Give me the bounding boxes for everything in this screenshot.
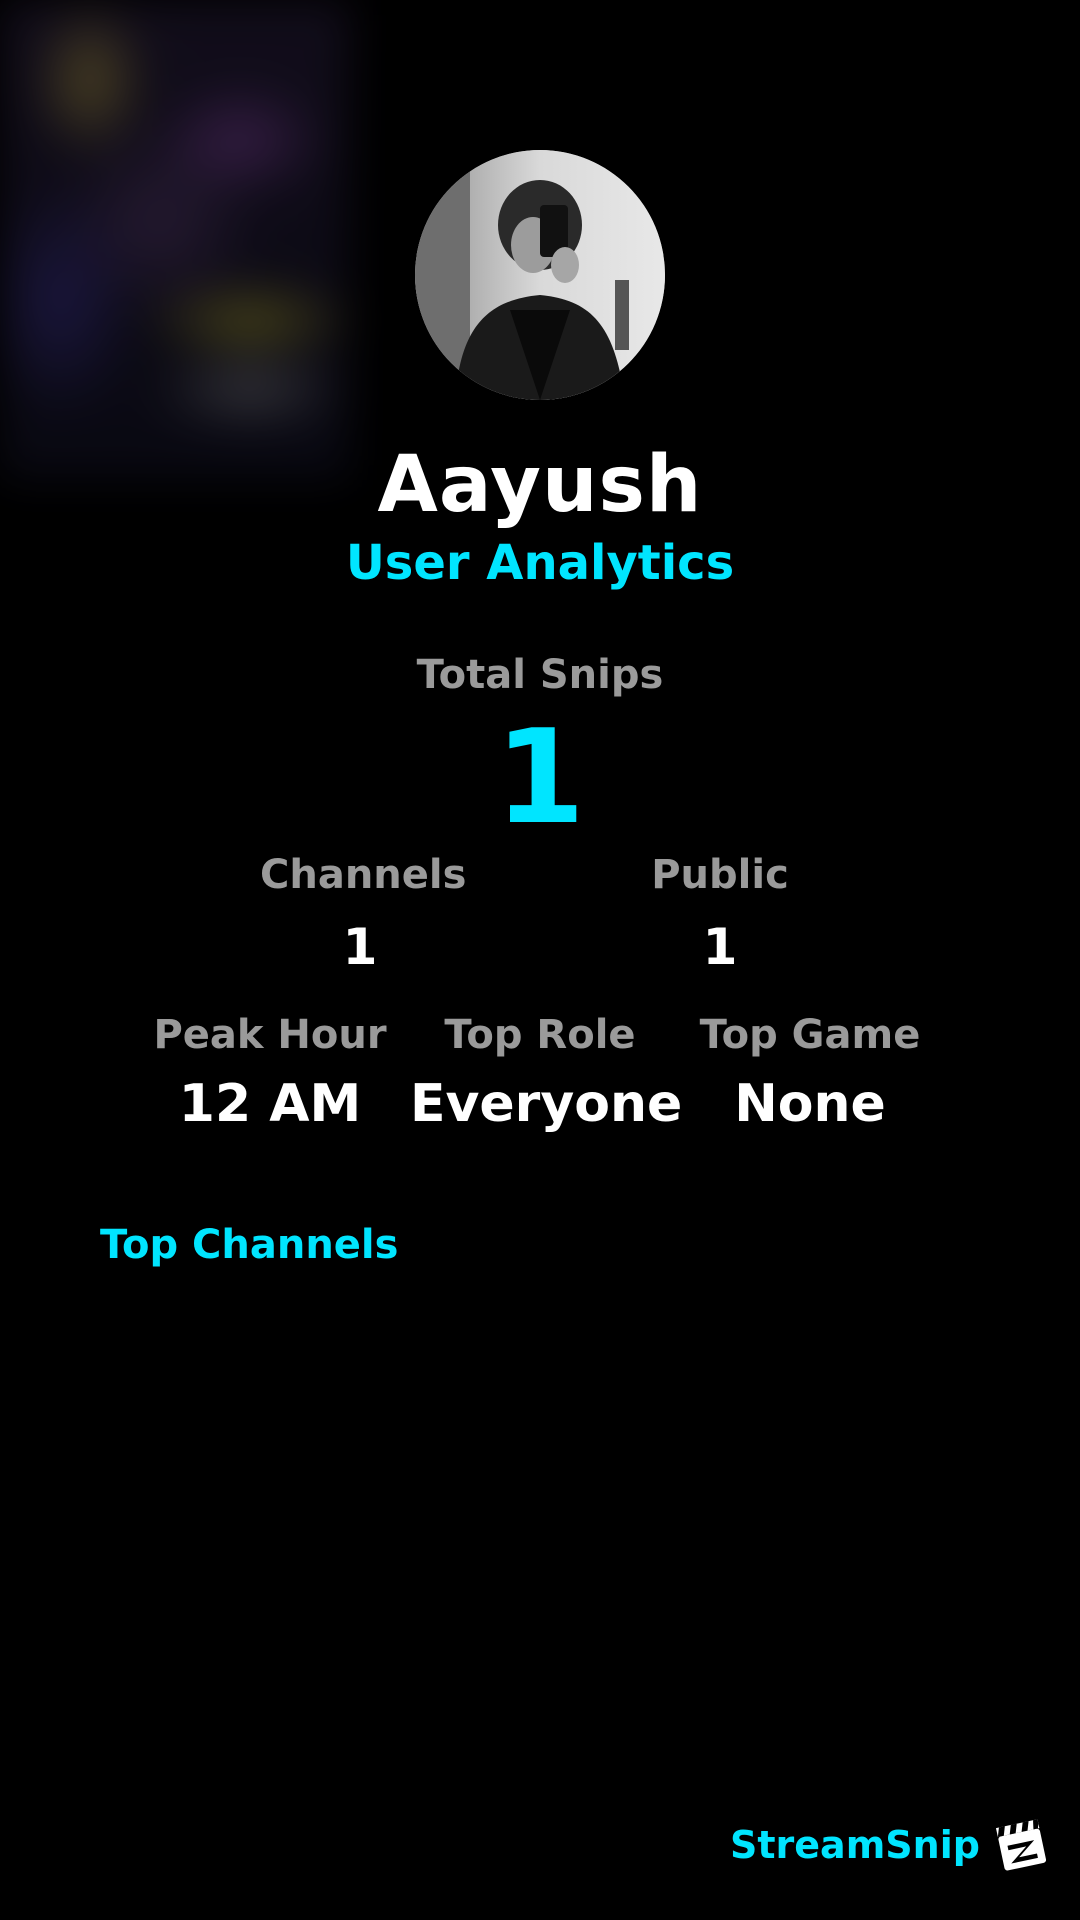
- peak-hour-value: 12 AM: [178, 1074, 362, 1134]
- brand-footer: StreamSnip: [730, 1815, 1050, 1875]
- total-snips-label: Total Snips: [416, 652, 664, 698]
- top-game-value: None: [734, 1074, 886, 1134]
- top-role-label: Top Role: [444, 1012, 636, 1058]
- blurred-background-thumbnail: [0, 0, 350, 480]
- top-role-stat: Top Role Everyone: [410, 1012, 683, 1134]
- public-value: 1: [702, 918, 738, 976]
- public-label: Public: [651, 852, 789, 898]
- channels-stat: Channels 1: [260, 852, 467, 976]
- peak-hour-label: Peak Hour: [153, 1012, 387, 1058]
- channels-label: Channels: [260, 852, 467, 898]
- avatar: [415, 150, 665, 400]
- top-role-value: Everyone: [410, 1074, 683, 1134]
- channels-value: 1: [342, 918, 378, 976]
- total-snips-value: 1: [494, 701, 586, 853]
- avatar-photo: [415, 150, 665, 400]
- clapperboard-logo-icon: [995, 1819, 1046, 1871]
- top-game-label: Top Game: [699, 1012, 921, 1058]
- brand-name: StreamSnip: [730, 1823, 980, 1867]
- top-channels-heading: Top Channels: [100, 1222, 399, 1268]
- top-game-stat: Top Game None: [690, 1012, 930, 1134]
- public-stat: Public 1: [620, 852, 820, 976]
- page-subtitle: User Analytics: [345, 535, 735, 591]
- profile-name: Aayush: [377, 440, 703, 530]
- peak-hour-stat: Peak Hour 12 AM: [150, 1012, 390, 1134]
